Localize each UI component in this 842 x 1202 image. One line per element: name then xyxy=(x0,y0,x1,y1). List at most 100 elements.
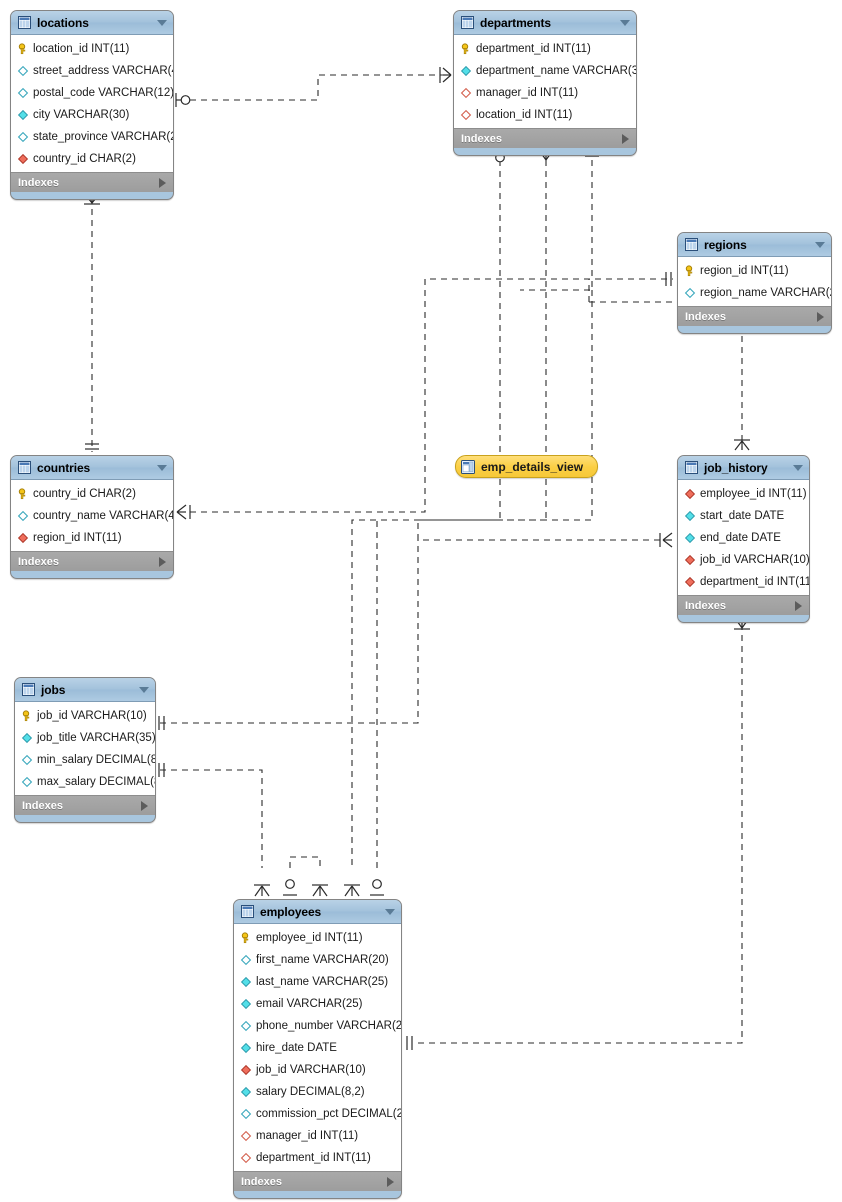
indexes-label: Indexes xyxy=(18,555,59,568)
expand-arrow-icon[interactable] xyxy=(159,177,166,188)
column-nullable-icon xyxy=(240,1020,252,1032)
field-row[interactable]: job_id VARCHAR(10) xyxy=(678,549,809,571)
table-header-job-history[interactable]: job_history xyxy=(678,456,809,480)
field-row[interactable]: end_date DATE xyxy=(678,527,809,549)
field-label: postal_code VARCHAR(12) xyxy=(33,87,174,99)
indexes-section-employees[interactable]: Indexes xyxy=(234,1171,401,1191)
field-row[interactable]: manager_id INT(11) xyxy=(234,1125,401,1147)
table-fields-employees: employee_id INT(11) first_name VARCHAR(2… xyxy=(234,924,401,1171)
expand-arrow-icon[interactable] xyxy=(159,556,166,567)
chevron-down-icon[interactable] xyxy=(139,686,149,693)
column-nullable-icon xyxy=(17,510,29,522)
field-row[interactable]: commission_pct DECIMAL(2,2) xyxy=(234,1103,401,1125)
field-row[interactable]: city VARCHAR(30) xyxy=(11,104,173,126)
table-regions[interactable]: regions region_id INT(11) region_name VA… xyxy=(677,232,832,334)
primary-key-icon xyxy=(460,43,472,55)
field-label: manager_id INT(11) xyxy=(256,1130,359,1142)
field-row[interactable]: last_name VARCHAR(25) xyxy=(234,971,401,993)
field-label: street_address VARCHAR(40) xyxy=(33,65,174,77)
field-row[interactable]: postal_code VARCHAR(12) xyxy=(11,82,173,104)
chevron-down-icon[interactable] xyxy=(385,908,395,915)
field-label: location_id INT(11) xyxy=(33,43,130,55)
chevron-down-icon[interactable] xyxy=(815,241,825,248)
chevron-down-icon[interactable] xyxy=(793,464,803,471)
table-fields-jobs: job_id VARCHAR(10) job_title VARCHAR(35)… xyxy=(15,702,155,795)
expand-arrow-icon[interactable] xyxy=(817,311,824,322)
table-header-countries[interactable]: countries xyxy=(11,456,173,480)
chevron-down-icon[interactable] xyxy=(620,19,630,26)
indexes-section-jobs[interactable]: Indexes xyxy=(15,795,155,815)
table-departments[interactable]: departments department_id INT(11) depart… xyxy=(453,10,637,156)
table-header-employees[interactable]: employees xyxy=(234,900,401,924)
field-row[interactable]: country_id CHAR(2) xyxy=(11,148,173,170)
field-row[interactable]: department_id INT(11) xyxy=(234,1147,401,1169)
column-nullable-icon xyxy=(21,754,33,766)
view-emp-details-view[interactable]: emp_details_view xyxy=(455,455,598,478)
field-row[interactable]: location_id INT(11) xyxy=(11,38,173,60)
field-row[interactable]: salary DECIMAL(8,2) xyxy=(234,1081,401,1103)
table-icon xyxy=(461,16,474,29)
field-row[interactable]: email VARCHAR(25) xyxy=(234,993,401,1015)
field-row[interactable]: max_salary DECIMAL(8,0) xyxy=(15,771,155,793)
chevron-down-icon[interactable] xyxy=(157,19,167,26)
expand-arrow-icon[interactable] xyxy=(795,600,802,611)
field-row[interactable]: job_id VARCHAR(10) xyxy=(15,705,155,727)
field-row[interactable]: street_address VARCHAR(40) xyxy=(11,60,173,82)
column-notnull-icon xyxy=(17,109,29,121)
table-locations[interactable]: locations location_id INT(11) street_add… xyxy=(10,10,174,200)
indexes-section-departments[interactable]: Indexes xyxy=(454,128,636,148)
field-label: max_salary DECIMAL(8,0) xyxy=(37,776,155,788)
table-job-history[interactable]: job_history employee_id INT(11) start_da… xyxy=(677,455,810,623)
expand-arrow-icon[interactable] xyxy=(141,800,148,811)
rel-employees-jobhistory xyxy=(406,617,750,1050)
column-nullable-icon xyxy=(240,1108,252,1120)
table-employees[interactable]: employees employee_id INT(11) first_name… xyxy=(233,899,402,1199)
field-row[interactable]: department_name VARCHAR(30) xyxy=(454,60,636,82)
field-row[interactable]: first_name VARCHAR(20) xyxy=(234,949,401,971)
field-row[interactable]: manager_id INT(11) xyxy=(454,82,636,104)
field-row[interactable]: country_id CHAR(2) xyxy=(11,483,173,505)
table-countries[interactable]: countries country_id CHAR(2) country_nam… xyxy=(10,455,174,579)
indexes-section-regions[interactable]: Indexes xyxy=(678,306,831,326)
table-header-regions[interactable]: regions xyxy=(678,233,831,257)
field-row[interactable]: department_id INT(11) xyxy=(454,38,636,60)
field-row[interactable]: employee_id INT(11) xyxy=(234,927,401,949)
foreign-key-icon xyxy=(684,554,696,566)
expand-arrow-icon[interactable] xyxy=(622,133,629,144)
foreign-key-nullable-icon xyxy=(460,87,472,99)
foreign-key-nullable-icon xyxy=(240,1152,252,1164)
chevron-down-icon[interactable] xyxy=(157,464,167,471)
field-label: country_id CHAR(2) xyxy=(33,488,136,500)
field-row[interactable]: country_name VARCHAR(40) xyxy=(11,505,173,527)
table-jobs[interactable]: jobs job_id VARCHAR(10) job_title VARCHA… xyxy=(14,677,156,823)
rel-jobs-jobhistory xyxy=(158,540,419,730)
field-row[interactable]: job_id VARCHAR(10) xyxy=(234,1059,401,1081)
field-row[interactable]: region_name VARCHAR(25) xyxy=(678,282,831,304)
indexes-section-locations[interactable]: Indexes xyxy=(11,172,173,192)
field-row[interactable]: region_id INT(11) xyxy=(678,260,831,282)
field-row[interactable]: min_salary DECIMAL(8,0) xyxy=(15,749,155,771)
primary-key-icon xyxy=(17,43,29,55)
field-row[interactable]: region_id INT(11) xyxy=(11,527,173,549)
field-row[interactable]: phone_number VARCHAR(20) xyxy=(234,1015,401,1037)
field-row[interactable]: department_id INT(11) xyxy=(678,571,809,593)
table-header-locations[interactable]: locations xyxy=(11,11,173,35)
indexes-section-countries[interactable]: Indexes xyxy=(11,551,173,571)
primary-key-icon xyxy=(684,265,696,277)
table-header-departments[interactable]: departments xyxy=(454,11,636,35)
table-bottom-pad xyxy=(678,615,809,622)
field-label: last_name VARCHAR(25) xyxy=(256,976,389,988)
field-row[interactable]: job_title VARCHAR(35) xyxy=(15,727,155,749)
field-row[interactable]: location_id INT(11) xyxy=(454,104,636,126)
primary-key-icon xyxy=(240,932,252,944)
field-row[interactable]: employee_id INT(11) xyxy=(678,483,809,505)
expand-arrow-icon[interactable] xyxy=(387,1176,394,1187)
indexes-section-job-history[interactable]: Indexes xyxy=(678,595,809,615)
er-diagram-canvas[interactable]: .ln { stroke:#2b2b2b; stroke-width:1.1; … xyxy=(0,0,842,1202)
field-row[interactable]: hire_date DATE xyxy=(234,1037,401,1059)
table-header-jobs[interactable]: jobs xyxy=(15,678,155,702)
field-row[interactable]: state_province VARCHAR(25) xyxy=(11,126,173,148)
indexes-label: Indexes xyxy=(685,599,726,612)
field-label: employee_id INT(11) xyxy=(256,932,363,944)
field-row[interactable]: start_date DATE xyxy=(678,505,809,527)
